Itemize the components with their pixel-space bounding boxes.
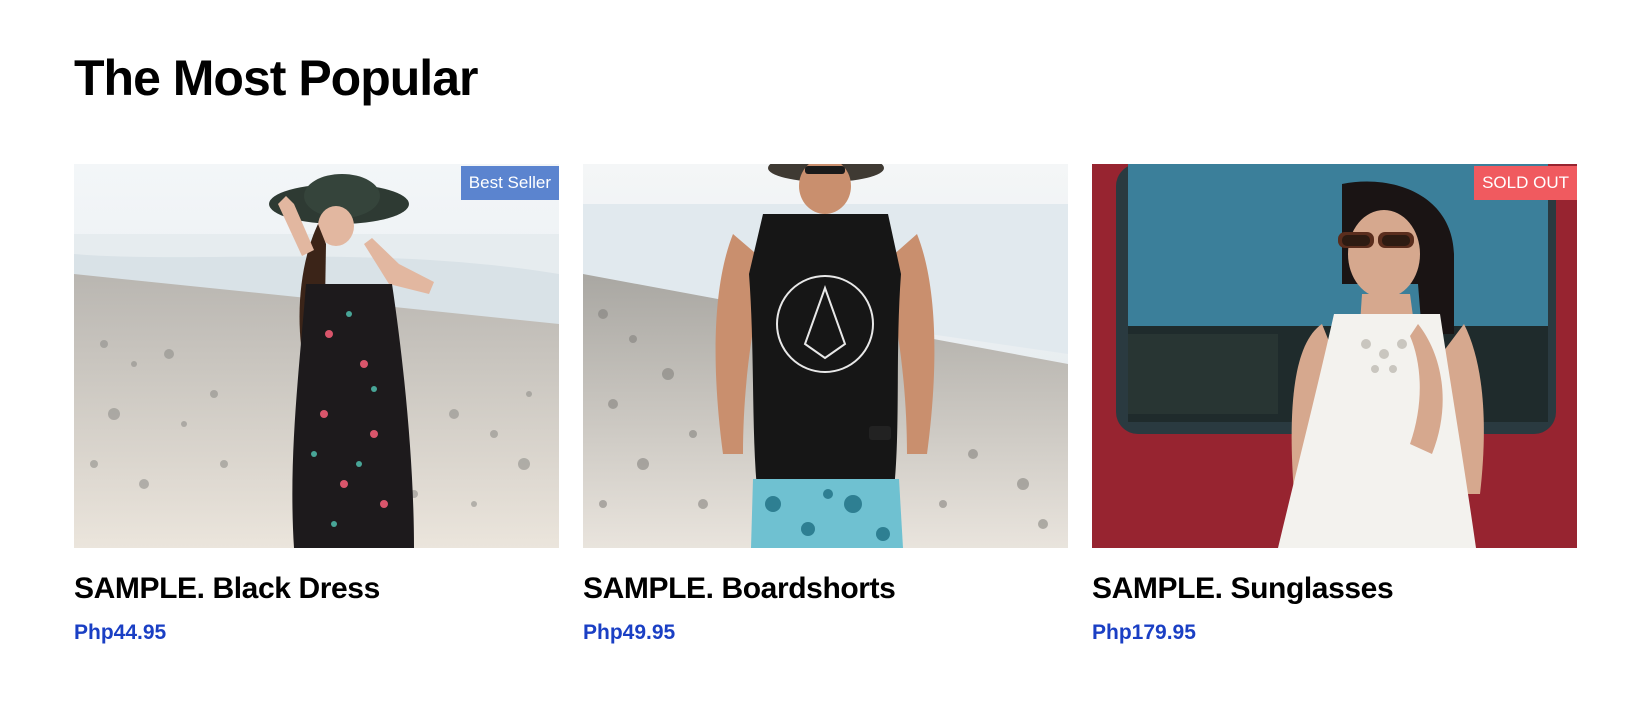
product-price: Php179.95 <box>1092 621 1196 644</box>
product-card-sunglasses[interactable]: SOLD OUT SAMPLE. Sunglasses Php179.95 <box>1092 164 1577 646</box>
product-title[interactable]: SAMPLE. Sunglasses <box>1092 570 1577 608</box>
product-card-boardshorts[interactable]: SAMPLE. Boardshorts Php49.95 <box>583 164 1068 646</box>
van-sunglasses-image <box>1092 164 1577 548</box>
product-card-black-dress[interactable]: Best Seller SAMPLE. Black Dress Php44.95 <box>74 164 559 646</box>
product-title[interactable]: SAMPLE. Black Dress <box>74 570 559 608</box>
product-image-sunglasses[interactable]: SOLD OUT <box>1092 164 1577 548</box>
product-image-black-dress[interactable]: Best Seller <box>74 164 559 548</box>
product-price: Php49.95 <box>583 621 676 644</box>
product-title[interactable]: SAMPLE. Boardshorts <box>583 570 1068 608</box>
product-grid: Best Seller SAMPLE. Black Dress Php44.95 <box>74 164 1577 646</box>
product-price: Php44.95 <box>74 621 167 644</box>
popular-products-section: The Most Popular Best Seller SAMPLE. Bla… <box>0 0 1649 702</box>
beach-boardshorts-image <box>583 164 1068 548</box>
sold-out-badge: SOLD OUT <box>1474 166 1577 200</box>
beach-dress-image <box>74 164 559 548</box>
section-title: The Most Popular <box>74 50 478 106</box>
best-seller-badge: Best Seller <box>460 166 559 200</box>
product-image-boardshorts[interactable] <box>583 164 1068 548</box>
